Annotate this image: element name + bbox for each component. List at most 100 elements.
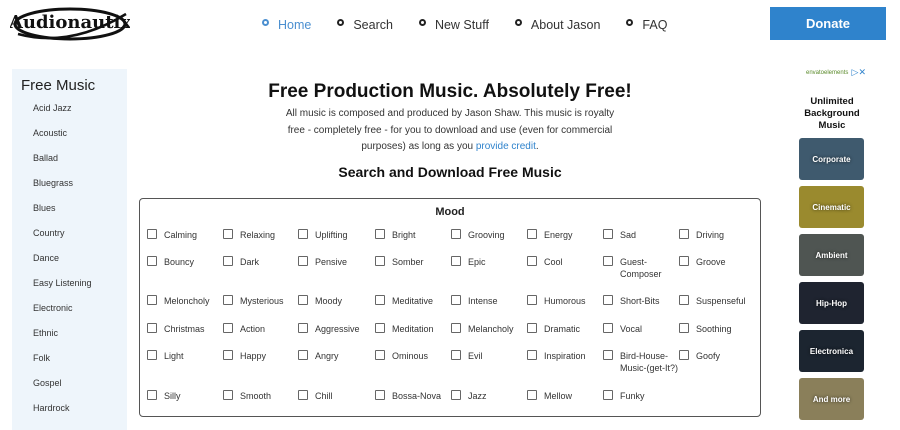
checkbox[interactable] xyxy=(527,295,537,305)
checkbox[interactable] xyxy=(527,350,537,360)
sidebar-item-acoustic[interactable]: Acoustic xyxy=(33,128,92,153)
sidebar-item-ballad[interactable]: Ballad xyxy=(33,153,92,178)
checkbox[interactable] xyxy=(527,229,537,239)
ad-close-icon[interactable]: ▷✕ xyxy=(852,67,866,78)
mood-option-jazz[interactable]: Jazz xyxy=(451,390,526,402)
mood-option-soothing[interactable]: Soothing xyxy=(679,323,754,335)
checkbox[interactable] xyxy=(451,229,461,239)
checkbox[interactable] xyxy=(223,295,233,305)
mood-option-action[interactable]: Action xyxy=(223,323,298,335)
checkbox[interactable] xyxy=(603,229,613,239)
checkbox[interactable] xyxy=(603,295,613,305)
sidebar-item-blues[interactable]: Blues xyxy=(33,203,92,228)
mood-option-christmas[interactable]: Christmas xyxy=(147,323,222,335)
checkbox[interactable] xyxy=(375,229,385,239)
ad-tile-electronica[interactable]: Electronica xyxy=(799,330,864,372)
sidebar-item-dance[interactable]: Dance xyxy=(33,253,92,278)
mood-option-sad[interactable]: Sad xyxy=(603,229,678,241)
mood-option-guest-composer[interactable]: Guest-Composer xyxy=(603,256,678,280)
mood-option-pensive[interactable]: Pensive xyxy=(298,256,373,268)
mood-option-silly[interactable]: Silly xyxy=(147,390,222,402)
mood-option-smooth[interactable]: Smooth xyxy=(223,390,298,402)
checkbox[interactable] xyxy=(375,295,385,305)
checkbox[interactable] xyxy=(298,256,308,266)
sidebar-item-hardrock[interactable]: Hardrock xyxy=(33,403,92,428)
nav-item-new-stuff[interactable]: New Stuff xyxy=(418,18,489,32)
mood-option-suspenseful[interactable]: Suspenseful xyxy=(679,295,754,307)
checkbox[interactable] xyxy=(223,323,233,333)
mood-option-dark[interactable]: Dark xyxy=(223,256,298,268)
mood-option-meditative[interactable]: Meditative xyxy=(375,295,450,307)
nav-item-home[interactable]: Home xyxy=(262,18,311,32)
checkbox[interactable] xyxy=(527,256,537,266)
sidebar-item-bluegrass[interactable]: Bluegrass xyxy=(33,178,92,203)
mood-option-aggressive[interactable]: Aggressive xyxy=(298,323,373,335)
mood-option-driving[interactable]: Driving xyxy=(679,229,754,241)
checkbox[interactable] xyxy=(147,229,157,239)
checkbox[interactable] xyxy=(451,350,461,360)
sidebar-item-country[interactable]: Country xyxy=(33,228,92,253)
checkbox[interactable] xyxy=(603,350,613,360)
checkbox[interactable] xyxy=(375,256,385,266)
mood-option-short-bits[interactable]: Short-Bits xyxy=(603,295,678,307)
checkbox[interactable] xyxy=(298,295,308,305)
checkbox[interactable] xyxy=(298,390,308,400)
checkbox[interactable] xyxy=(223,390,233,400)
mood-option-energy[interactable]: Energy xyxy=(527,229,602,241)
ad-tile-and-more[interactable]: And more xyxy=(799,378,864,420)
mood-option-groove[interactable]: Groove xyxy=(679,256,754,268)
checkbox[interactable] xyxy=(679,350,689,360)
checkbox[interactable] xyxy=(451,323,461,333)
mood-option-bright[interactable]: Bright xyxy=(375,229,450,241)
sidebar-item-acid-jazz[interactable]: Acid Jazz xyxy=(33,103,92,128)
checkbox[interactable] xyxy=(603,256,613,266)
checkbox[interactable] xyxy=(451,256,461,266)
mood-option-chill[interactable]: Chill xyxy=(298,390,373,402)
mood-option-bird-house-music-get-it[interactable]: Bird-House-Music-(get-It?) xyxy=(603,350,678,374)
mood-option-cool[interactable]: Cool xyxy=(527,256,602,268)
envato-ad[interactable]: envatoelements ▷✕ Unlimited Background M… xyxy=(798,67,866,430)
checkbox[interactable] xyxy=(298,229,308,239)
mood-option-mellow[interactable]: Mellow xyxy=(527,390,602,402)
mood-option-evil[interactable]: Evil xyxy=(451,350,526,362)
checkbox[interactable] xyxy=(603,390,613,400)
ad-tile-hip-hop[interactable]: Hip-Hop xyxy=(799,282,864,324)
mood-option-ominous[interactable]: Ominous xyxy=(375,350,450,362)
checkbox[interactable] xyxy=(603,323,613,333)
ad-tile-ambient[interactable]: Ambient xyxy=(799,234,864,276)
sidebar-item-gospel[interactable]: Gospel xyxy=(33,378,92,403)
checkbox[interactable] xyxy=(147,323,157,333)
mood-option-bouncy[interactable]: Bouncy xyxy=(147,256,222,268)
sidebar-item-folk[interactable]: Folk xyxy=(33,353,92,378)
checkbox[interactable] xyxy=(375,390,385,400)
checkbox[interactable] xyxy=(679,229,689,239)
mood-option-melancholy[interactable]: Melancholy xyxy=(451,323,526,335)
checkbox[interactable] xyxy=(679,295,689,305)
mood-option-light[interactable]: Light xyxy=(147,350,222,362)
mood-option-intense[interactable]: Intense xyxy=(451,295,526,307)
nav-item-search[interactable]: Search xyxy=(337,18,393,32)
mood-option-relaxing[interactable]: Relaxing xyxy=(223,229,298,241)
ad-tile-cinematic[interactable]: Cinematic xyxy=(799,186,864,228)
checkbox[interactable] xyxy=(679,256,689,266)
sidebar-item-easy-listening[interactable]: Easy Listening xyxy=(33,278,92,303)
audionautix-logo[interactable]: Audionautix xyxy=(8,4,131,46)
checkbox[interactable] xyxy=(147,295,157,305)
mood-option-humorous[interactable]: Humorous xyxy=(527,295,602,307)
sidebar-item-ethnic[interactable]: Ethnic xyxy=(33,328,92,353)
checkbox[interactable] xyxy=(527,323,537,333)
checkbox[interactable] xyxy=(223,229,233,239)
mood-option-funky[interactable]: Funky xyxy=(603,390,678,402)
checkbox[interactable] xyxy=(147,390,157,400)
provide-credit-link[interactable]: provide credit xyxy=(476,141,536,152)
checkbox[interactable] xyxy=(375,323,385,333)
mood-option-vocal[interactable]: Vocal xyxy=(603,323,678,335)
sidebar-item-electronic[interactable]: Electronic xyxy=(33,303,92,328)
mood-option-goofy[interactable]: Goofy xyxy=(679,350,754,362)
mood-option-dramatic[interactable]: Dramatic xyxy=(527,323,602,335)
ad-tile-corporate[interactable]: Corporate xyxy=(799,138,864,180)
mood-option-calming[interactable]: Calming xyxy=(147,229,222,241)
mood-option-angry[interactable]: Angry xyxy=(298,350,373,362)
checkbox[interactable] xyxy=(147,350,157,360)
mood-option-somber[interactable]: Somber xyxy=(375,256,450,268)
